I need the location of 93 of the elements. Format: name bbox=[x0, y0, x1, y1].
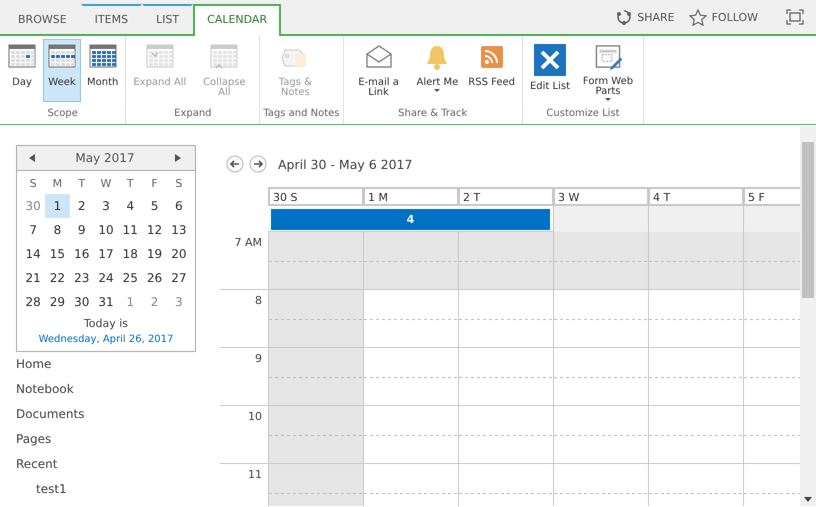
nav-link[interactable]: Recent bbox=[16, 452, 196, 477]
today-link[interactable]: Wednesday, April 26, 2017 bbox=[38, 332, 174, 347]
date-cell[interactable]: 11 bbox=[118, 218, 142, 242]
time-slot[interactable] bbox=[364, 232, 458, 290]
date-cell[interactable]: 30 bbox=[21, 194, 46, 218]
day-header[interactable]: 3 W bbox=[553, 187, 648, 206]
date-cell[interactable]: 2 bbox=[142, 290, 167, 314]
time-slot[interactable] bbox=[649, 232, 743, 290]
date-cell[interactable]: 10 bbox=[94, 218, 118, 242]
date-cell[interactable]: 21 bbox=[21, 266, 46, 290]
nav-link[interactable]: test1 bbox=[16, 477, 196, 502]
date-cell[interactable]: 3 bbox=[94, 194, 118, 218]
date-cell[interactable]: 6 bbox=[166, 194, 191, 218]
ribbon-button[interactable]: E-mail a Link bbox=[346, 39, 411, 102]
calendar-event[interactable]: 4 bbox=[270, 208, 551, 231]
ribbon-button[interactable]: Month bbox=[83, 39, 122, 102]
scroll-down-icon[interactable] bbox=[804, 497, 812, 502]
date-cell[interactable]: 25 bbox=[118, 266, 142, 290]
date-cell[interactable]: 24 bbox=[94, 266, 118, 290]
month-title: May 2017 bbox=[75, 151, 135, 165]
nav-link[interactable]: Pages bbox=[16, 427, 196, 452]
date-cell[interactable]: 23 bbox=[70, 266, 94, 290]
day-header[interactable]: 4 T bbox=[648, 187, 743, 206]
date-cell[interactable]: 5 bbox=[142, 194, 167, 218]
nav-link[interactable]: Notebook bbox=[16, 377, 196, 402]
day-header[interactable]: 2 T bbox=[458, 187, 553, 206]
date-cell[interactable]: 29 bbox=[45, 290, 70, 314]
weekday-label: F bbox=[150, 176, 159, 192]
group-label: Expand bbox=[173, 107, 213, 121]
star-icon bbox=[688, 8, 707, 26]
weekday-label: T bbox=[126, 176, 135, 192]
date-cell[interactable]: 15 bbox=[45, 242, 70, 266]
date-cell[interactable]: 4 bbox=[118, 194, 142, 218]
share-icon bbox=[616, 9, 632, 25]
ribbon-button[interactable]: Alert Me bbox=[412, 39, 462, 102]
previous-week-icon[interactable] bbox=[226, 155, 244, 173]
date-cell[interactable]: 20 bbox=[166, 242, 191, 266]
ribbon-tab[interactable]: BROWSE bbox=[4, 4, 81, 36]
date-cell[interactable]: 1 bbox=[45, 194, 70, 218]
nav-link[interactable]: Home bbox=[16, 352, 196, 377]
weekday-label: M bbox=[52, 176, 64, 192]
ribbon-button[interactable]: Week bbox=[43, 39, 81, 102]
date-cell[interactable]: 31 bbox=[94, 290, 118, 314]
date-cell[interactable]: 28 bbox=[21, 290, 46, 314]
group-label: Scope bbox=[46, 107, 79, 121]
date-cell[interactable]: 22 bbox=[45, 266, 70, 290]
focus-icon[interactable] bbox=[786, 9, 804, 25]
group-label: Share & Track bbox=[397, 107, 468, 121]
scrollbar[interactable] bbox=[800, 126, 816, 506]
date-cell[interactable]: 9 bbox=[70, 218, 94, 242]
date-cell[interactable]: 8 bbox=[45, 218, 70, 242]
ribbon-tab[interactable]: ITEMS bbox=[80, 4, 142, 36]
all-day-cell[interactable] bbox=[553, 206, 648, 233]
date-cell[interactable]: 2 bbox=[70, 194, 94, 218]
date-cell[interactable]: 3 bbox=[166, 290, 191, 314]
date-cell[interactable]: 18 bbox=[118, 242, 142, 266]
weekday-label: W bbox=[100, 176, 112, 192]
next-month-icon[interactable] bbox=[174, 154, 181, 162]
date-cell[interactable]: 1 bbox=[118, 290, 142, 314]
date-cell[interactable]: 26 bbox=[142, 266, 167, 290]
scrollbar-thumb[interactable] bbox=[802, 142, 814, 298]
next-week-icon[interactable] bbox=[249, 155, 267, 173]
weekday-label: S bbox=[28, 176, 38, 192]
date-cell[interactable]: 14 bbox=[21, 242, 46, 266]
date-cell[interactable]: 16 bbox=[70, 242, 94, 266]
weekday-label: S bbox=[174, 176, 184, 192]
date-cell[interactable]: 30 bbox=[70, 290, 94, 314]
date-cell[interactable]: 17 bbox=[94, 242, 118, 266]
ribbon-button[interactable]: Edit List bbox=[526, 39, 574, 102]
ribbon-tab[interactable]: CALENDAR bbox=[193, 4, 282, 36]
share-button[interactable]: SHARE bbox=[616, 9, 675, 25]
nav-link[interactable]: Documents bbox=[16, 402, 196, 427]
group-label: Customize List bbox=[545, 107, 621, 121]
date-cell[interactable]: 27 bbox=[166, 266, 191, 290]
today-text: Today is bbox=[82, 316, 130, 331]
group-label: Tags and Notes bbox=[263, 107, 340, 121]
all-day-cell[interactable] bbox=[648, 206, 743, 233]
previous-month-icon[interactable] bbox=[29, 154, 35, 162]
time-slot[interactable] bbox=[554, 232, 648, 290]
weekday-label: T bbox=[77, 176, 86, 192]
date-range: April 30 - May 6 2017 bbox=[278, 156, 412, 172]
ribbon-button[interactable]: Day bbox=[3, 39, 41, 102]
date-cell[interactable]: 12 bbox=[142, 218, 167, 242]
date-cell[interactable]: 7 bbox=[21, 218, 46, 242]
time-slot[interactable] bbox=[459, 232, 553, 290]
date-cell[interactable]: 13 bbox=[166, 218, 191, 242]
date-cell[interactable]: 19 bbox=[142, 242, 167, 266]
day-header[interactable]: 30 S bbox=[268, 187, 363, 206]
ribbon-button[interactable]: Form Web Parts bbox=[576, 39, 640, 102]
form-edit-icon bbox=[594, 44, 622, 71]
ribbon-button[interactable]: RSS Feed bbox=[464, 39, 519, 102]
follow-button[interactable]: FOLLOW bbox=[688, 8, 758, 26]
day-header[interactable]: 1 M bbox=[363, 187, 458, 206]
